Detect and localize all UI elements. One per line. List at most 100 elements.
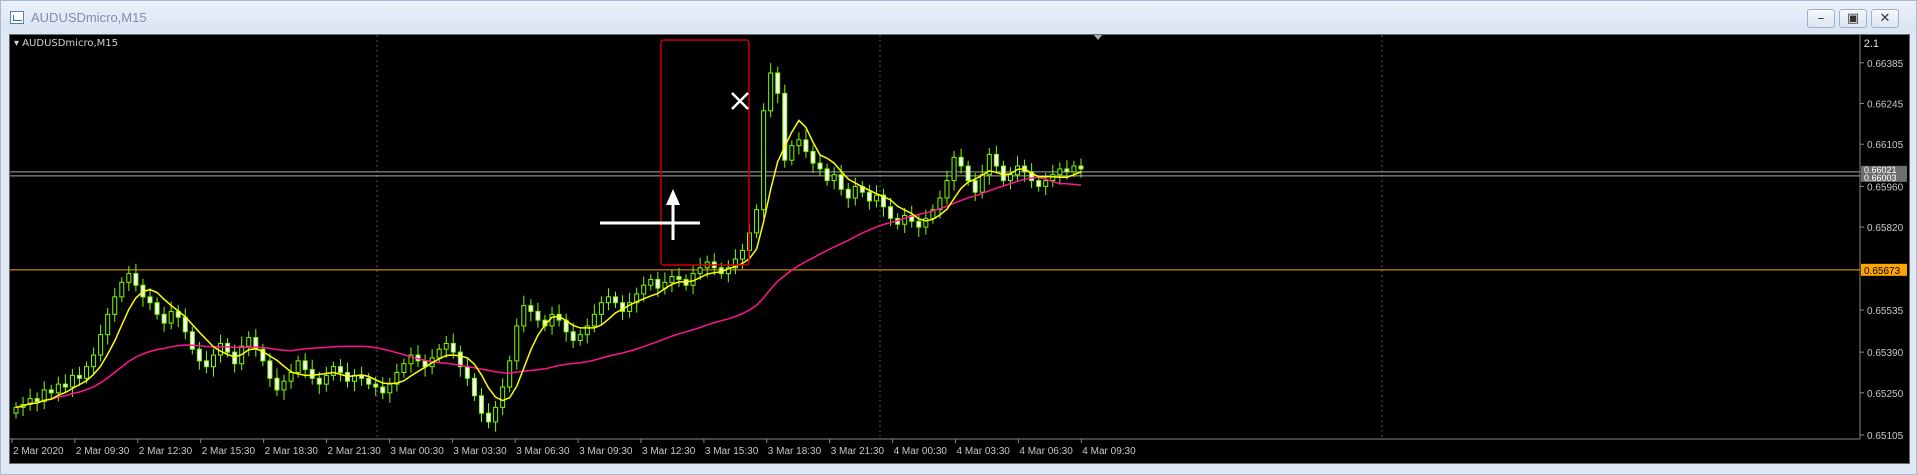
candle-body bbox=[605, 296, 611, 304]
candle-body bbox=[817, 162, 823, 170]
candle-body bbox=[161, 313, 167, 324]
candle-body bbox=[768, 72, 774, 112]
candle-body bbox=[34, 398, 40, 403]
time-tick-label: 3 Mar 18:30 bbox=[768, 446, 822, 457]
candle-body bbox=[549, 313, 555, 327]
candle-body bbox=[1064, 168, 1070, 173]
fast-moving-average bbox=[15, 119, 1082, 409]
candle-body bbox=[521, 305, 527, 327]
candle-body bbox=[1078, 165, 1084, 170]
candle-body bbox=[69, 374, 75, 388]
price-tick-label: 0.65105 bbox=[1867, 431, 1904, 442]
candle-body bbox=[958, 156, 964, 167]
candle-body bbox=[873, 194, 879, 202]
candle-body bbox=[330, 366, 336, 376]
candle-body bbox=[810, 150, 816, 164]
time-tick-label: 4 Mar 00:30 bbox=[894, 446, 948, 457]
candle-body bbox=[154, 302, 160, 315]
candle-body bbox=[965, 165, 971, 182]
slow-moving-average bbox=[15, 176, 1082, 409]
time-tick-label: 2 Mar 2020 bbox=[13, 446, 64, 457]
candle-body bbox=[761, 110, 767, 211]
candle-body bbox=[979, 174, 985, 193]
candle-body bbox=[401, 363, 407, 373]
candle-body bbox=[1007, 174, 1013, 182]
candle-body bbox=[13, 406, 19, 414]
current-price-label: 0.66003 bbox=[1864, 173, 1897, 183]
price-tick-label: 0.65535 bbox=[1867, 306, 1904, 317]
candle-body bbox=[147, 296, 153, 304]
title-bar[interactable]: AUDUSDmicro,M15 – ▣ ✕ bbox=[1, 1, 1916, 33]
candle-body bbox=[288, 371, 294, 382]
candle-body bbox=[888, 206, 894, 219]
candle-body bbox=[1050, 174, 1056, 182]
candle-body bbox=[838, 174, 844, 190]
candle-body bbox=[1043, 180, 1049, 187]
candle-body bbox=[775, 72, 781, 94]
minimize-button[interactable]: – bbox=[1807, 9, 1835, 28]
candle-body bbox=[852, 185, 858, 199]
up-arrow-icon bbox=[666, 189, 680, 205]
price-tick-label: 0.65250 bbox=[1867, 389, 1904, 400]
candle-body bbox=[613, 296, 619, 304]
chart-canvas[interactable]: 0.66385 0.66245 0.66105 0.65960 0.65820 0.655… bbox=[9, 34, 1910, 464]
candle-body bbox=[789, 145, 795, 161]
candle-body bbox=[754, 209, 760, 234]
price-tick-label: 0.65960 bbox=[1867, 182, 1904, 193]
candle-body bbox=[471, 377, 477, 397]
minimize-icon: – bbox=[1817, 11, 1825, 26]
price-tick-label: 0.65390 bbox=[1867, 348, 1904, 359]
candle-body bbox=[591, 313, 597, 327]
candle-body bbox=[112, 296, 118, 315]
time-tick-label: 3 Mar 12:30 bbox=[642, 446, 696, 457]
candle-body bbox=[902, 214, 908, 225]
candle-body bbox=[232, 351, 238, 365]
price-tick-label: 0.66385 bbox=[1867, 59, 1904, 70]
price-chart[interactable]: 0.66385 0.66245 0.66105 0.65960 0.65820 0.655… bbox=[10, 35, 1909, 463]
candle-body bbox=[366, 377, 372, 385]
candle-body bbox=[535, 310, 541, 321]
candle-body bbox=[309, 369, 315, 379]
candle-body bbox=[302, 360, 308, 371]
close-button[interactable]: ✕ bbox=[1871, 9, 1899, 28]
candle-body bbox=[218, 342, 224, 356]
candle-body bbox=[697, 267, 703, 275]
candle-body bbox=[944, 180, 950, 199]
candle-body bbox=[316, 377, 322, 385]
candle-body bbox=[1057, 168, 1063, 176]
candle-body bbox=[323, 374, 329, 385]
symbol-label: ▾ AUDUSDmicro,M15 bbox=[14, 38, 118, 49]
candle-body bbox=[98, 334, 104, 356]
candle-body bbox=[739, 249, 745, 260]
chart-window-icon bbox=[10, 11, 24, 24]
candle-body bbox=[210, 354, 216, 368]
candle-body bbox=[951, 156, 957, 182]
candle-body bbox=[450, 342, 456, 353]
candle-body bbox=[500, 386, 506, 408]
time-tick-label: 3 Mar 09:30 bbox=[579, 446, 633, 457]
candle-body bbox=[436, 348, 442, 359]
candle-body bbox=[641, 284, 647, 295]
time-tick-label: 2 Mar 18:30 bbox=[265, 446, 319, 457]
terminal-window: AUDUSDmicro,M15 – ▣ ✕ 0.66385 0.66245 0.66… bbox=[0, 0, 1917, 475]
time-tick-label: 3 Mar 06:30 bbox=[516, 446, 570, 457]
candle-body bbox=[831, 174, 837, 182]
candle-body bbox=[84, 366, 90, 379]
time-tick-label: 2 Mar 15:30 bbox=[202, 446, 256, 457]
candle-body bbox=[443, 342, 449, 350]
chart-shift-icon bbox=[1093, 35, 1103, 40]
candle-body bbox=[676, 276, 682, 280]
maximize-button[interactable]: ▣ bbox=[1839, 9, 1867, 28]
candle-body bbox=[373, 383, 379, 388]
candle-body bbox=[514, 325, 520, 362]
maximize-icon: ▣ bbox=[1846, 11, 1860, 26]
candle-body bbox=[598, 302, 604, 315]
candle-body bbox=[55, 383, 61, 394]
candle-body bbox=[577, 334, 583, 341]
time-tick-label: 2 Mar 09:30 bbox=[76, 446, 130, 457]
candle-body bbox=[669, 276, 675, 283]
candle-body bbox=[796, 139, 802, 147]
window-title: AUDUSDmicro,M15 bbox=[31, 10, 147, 25]
candle-body bbox=[168, 310, 174, 324]
candle-body bbox=[267, 360, 273, 379]
